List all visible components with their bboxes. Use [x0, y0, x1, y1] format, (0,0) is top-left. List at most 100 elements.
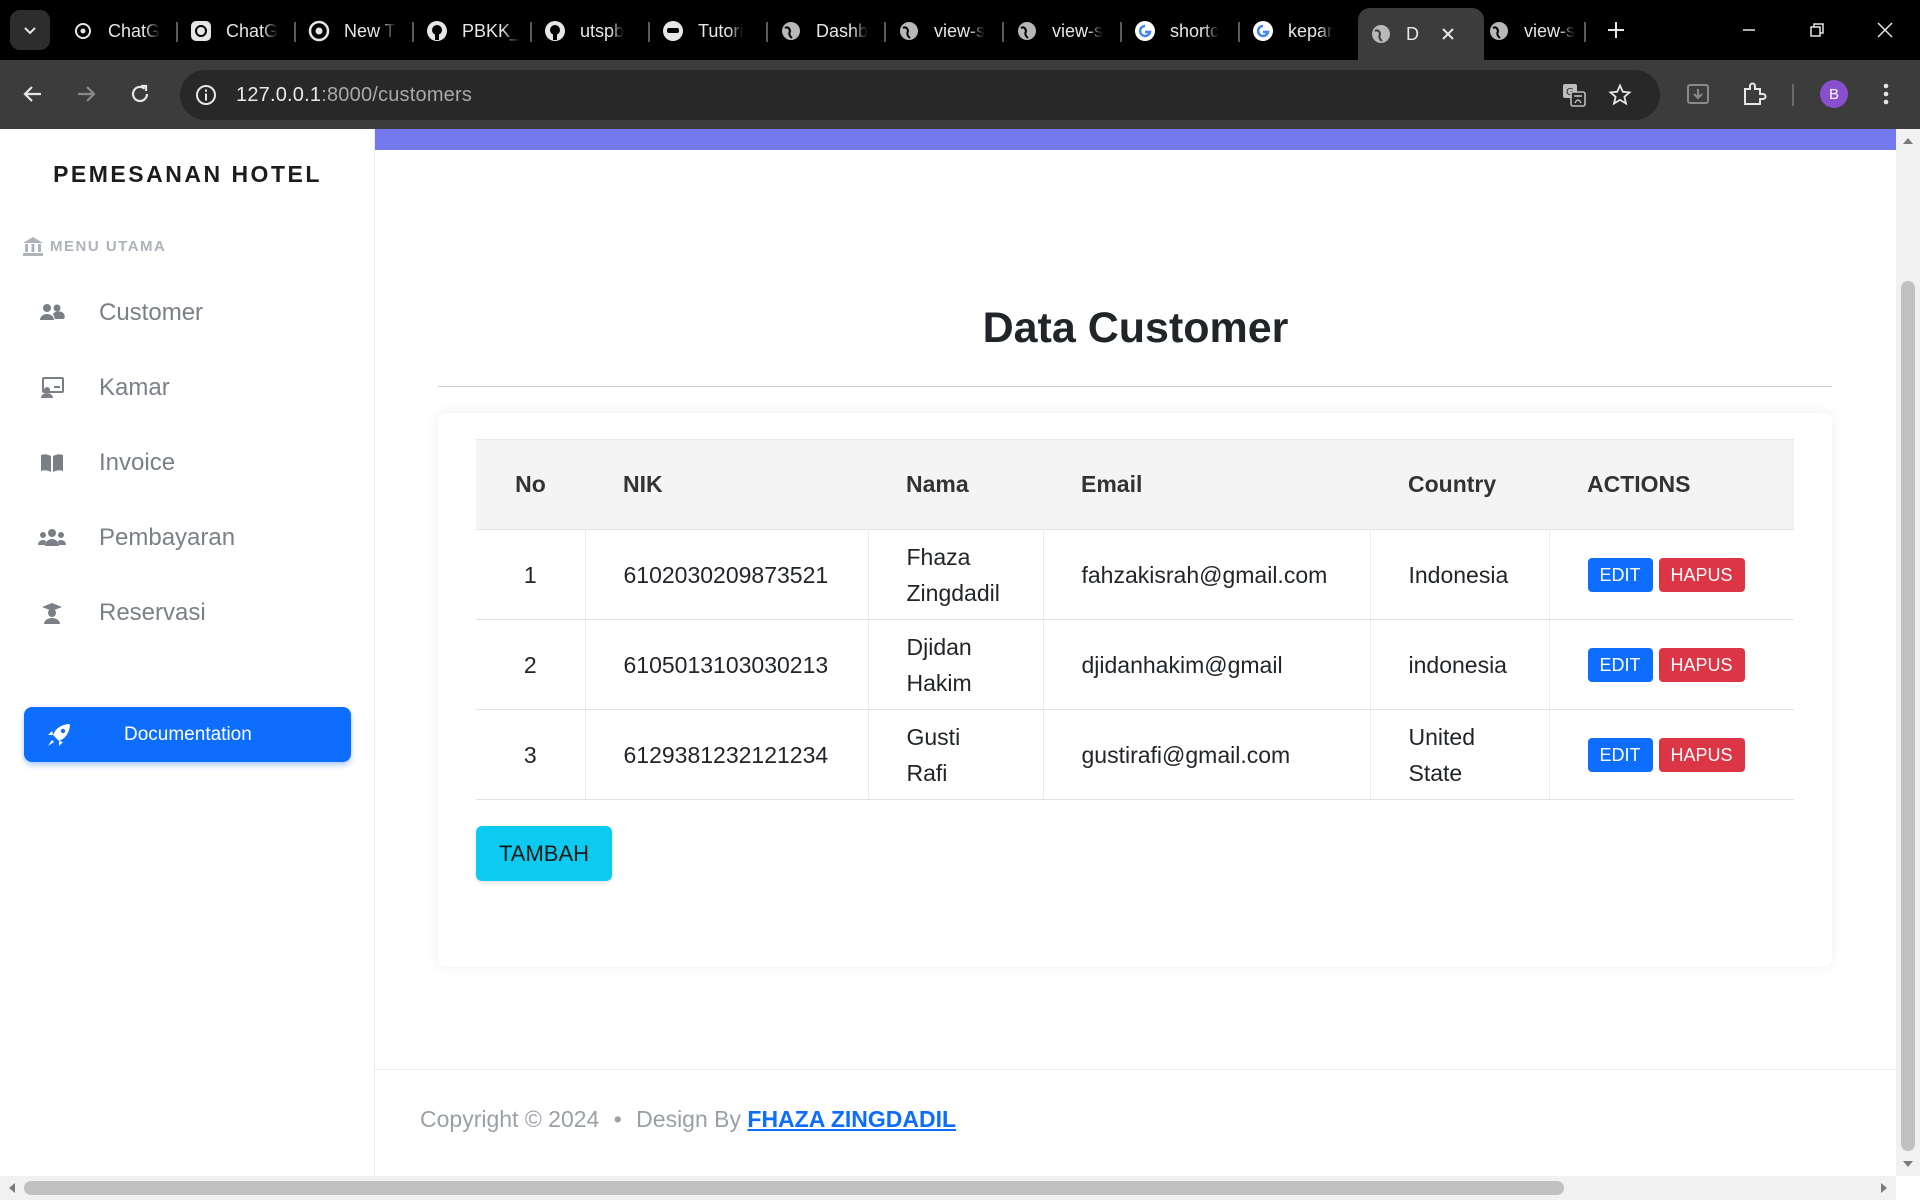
vertical-scrollbar[interactable]: [1896, 129, 1920, 1176]
reload-button[interactable]: [120, 74, 160, 114]
browser-tab-active[interactable]: D: [1358, 8, 1484, 60]
browser-tab[interactable]: view-s: [1016, 10, 1116, 52]
sidebar-item-kamar[interactable]: Kamar: [38, 368, 170, 408]
install-app-icon[interactable]: [1678, 74, 1718, 114]
column-header-country: Country: [1370, 439, 1549, 530]
tab-separator: [412, 22, 414, 42]
tab-title: shortc: [1170, 20, 1220, 41]
title-divider: [438, 386, 1832, 387]
add-customer-button[interactable]: TAMBAH: [476, 826, 612, 881]
globe-icon: [898, 20, 920, 42]
cell-country: Indonesia: [1370, 529, 1550, 620]
browser-tab[interactable]: utspb: [544, 10, 644, 52]
cell-email: fahzakisrah@gmail.com: [1043, 529, 1371, 620]
copyright-text: Copyright © 2024: [420, 1106, 600, 1132]
browser-tab[interactable]: kepar: [1252, 10, 1352, 52]
edit-button[interactable]: EDIT: [1587, 737, 1653, 772]
menu-heading: MENU UTAMA: [22, 236, 166, 256]
row-actions: EDIT HAPUS: [1587, 557, 1795, 592]
tab-separator: [1002, 22, 1004, 42]
header-accent-strip: [375, 129, 1896, 150]
browser-tab[interactable]: view-s: [898, 10, 998, 52]
nama-line: Rafi: [906, 759, 948, 786]
browser-tab[interactable]: PBKK_: [426, 10, 526, 52]
cell-country: indonesia: [1370, 619, 1550, 710]
cell-actions: EDIT HAPUS: [1549, 529, 1795, 620]
address-bar[interactable]: 127.0.0.1:8000/customers G: [180, 70, 1660, 120]
reload-icon: [131, 84, 149, 103]
sidebar-item-pembayaran[interactable]: Pembayaran: [38, 518, 235, 558]
design-by-text: Design By: [636, 1106, 741, 1132]
new-tab-button[interactable]: [1596, 10, 1636, 50]
browser-toolbar: 127.0.0.1:8000/customers G B: [0, 60, 1920, 129]
room-card-icon: [38, 376, 66, 400]
restore-icon: [1810, 23, 1824, 37]
group-icon: [38, 526, 66, 550]
scroll-left-arrow-icon[interactable]: [2, 1178, 22, 1198]
footer: Copyright © 2024 • Design By FHAZA ZINGD…: [420, 1106, 956, 1133]
documentation-button[interactable]: Documentation: [24, 707, 351, 762]
country-line: United: [1408, 723, 1475, 750]
edit-button[interactable]: EDIT: [1587, 557, 1653, 592]
browser-tab[interactable]: view-s: [1488, 10, 1588, 52]
scroll-right-arrow-icon[interactable]: [1874, 1178, 1894, 1198]
back-button[interactable]: [13, 74, 53, 114]
book-icon: [38, 451, 66, 475]
profile-avatar[interactable]: B: [1820, 80, 1848, 108]
sidebar-item-invoice[interactable]: Invoice: [38, 443, 175, 483]
column-header-no: No: [476, 439, 585, 530]
tab-title: PBKK_: [462, 20, 521, 41]
sidebar-item-label: Pembayaran: [99, 524, 236, 551]
github-icon: [544, 20, 566, 42]
browser-tab[interactable]: ChatG: [72, 10, 172, 52]
forward-button[interactable]: [66, 74, 106, 114]
scroll-down-arrow-icon[interactable]: [1898, 1154, 1918, 1174]
google-icon: [1134, 20, 1156, 42]
tab-separator: [1238, 22, 1240, 42]
row-actions: EDIT HAPUS: [1587, 647, 1795, 682]
browser-tab[interactable]: New T: [308, 10, 408, 52]
restore-button[interactable]: [1784, 0, 1850, 60]
tab-title: ChatG: [108, 20, 161, 41]
close-window-button[interactable]: [1852, 0, 1918, 60]
browser-tab[interactable]: shortc: [1134, 10, 1234, 52]
nama-line: Hakim: [906, 669, 972, 696]
more-menu-icon[interactable]: [1866, 74, 1906, 114]
horizontal-scrollbar[interactable]: [0, 1176, 1896, 1200]
bookmark-star-icon[interactable]: [1600, 75, 1640, 115]
sidebar-item-customer[interactable]: Customer: [38, 293, 203, 333]
vertical-scroll-thumb[interactable]: [1901, 281, 1915, 1151]
cell-nik: 6129381232121234: [585, 709, 869, 800]
delete-button[interactable]: HAPUS: [1658, 557, 1745, 592]
close-tab-icon[interactable]: [1440, 26, 1456, 42]
browser-tab[interactable]: Tutori: [662, 10, 762, 52]
edit-button[interactable]: EDIT: [1587, 647, 1653, 682]
bank-icon: [22, 236, 44, 256]
scroll-up-arrow-icon[interactable]: [1898, 131, 1918, 151]
page-title: Data Customer: [982, 304, 1289, 352]
site-info-icon[interactable]: [184, 73, 228, 117]
translate-icon[interactable]: G: [1554, 75, 1594, 115]
table-row: 2 6105013103030213 Djidan Hakim djidanhak…: [476, 619, 1795, 710]
extensions-icon[interactable]: [1734, 74, 1774, 114]
tab-separator: [294, 22, 296, 42]
browser-tab[interactable]: Dashb: [780, 10, 880, 52]
tab-separator: [766, 22, 768, 42]
delete-button[interactable]: HAPUS: [1658, 737, 1745, 772]
cell-no: 3: [476, 709, 586, 800]
table-row: 3 6129381232121234 Gusti Rafi gustirafi@g…: [476, 709, 1794, 800]
browser-tab[interactable]: ChatG: [190, 10, 290, 52]
footer-divider: [375, 1069, 1896, 1070]
sidebar-item-reservasi[interactable]: Reservasi: [38, 593, 206, 633]
delete-button[interactable]: HAPUS: [1658, 647, 1745, 682]
rocket-icon: [44, 720, 74, 750]
horizontal-scroll-thumb[interactable]: [24, 1181, 1564, 1195]
minimize-button[interactable]: [1716, 0, 1782, 60]
google-icon: [1252, 20, 1274, 42]
cell-country: United State: [1370, 709, 1550, 800]
customer-table: No NIK Nama Email Country ACTIONS 1 6102…: [476, 439, 1794, 800]
openai-icon: [72, 20, 94, 42]
globe-icon: [1370, 23, 1392, 45]
tab-search-button[interactable]: [10, 10, 50, 50]
author-link[interactable]: FHAZA ZINGDADIL: [747, 1106, 956, 1132]
